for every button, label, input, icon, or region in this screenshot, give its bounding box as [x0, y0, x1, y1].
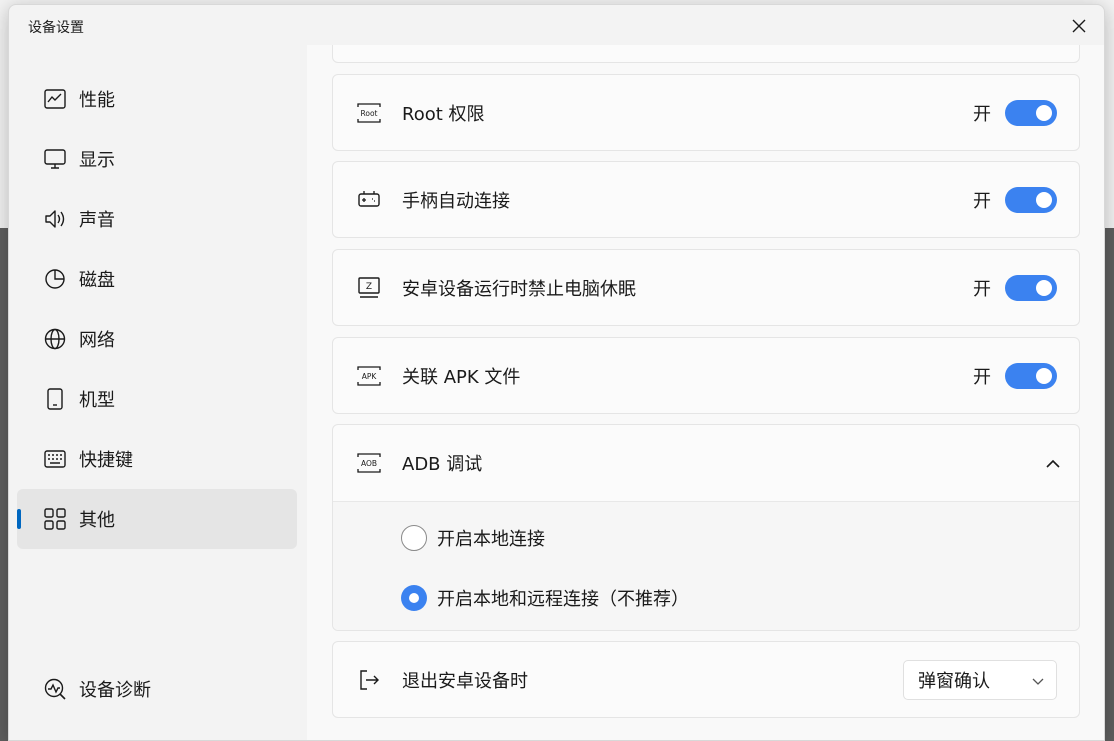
root-icon-text: Root — [361, 109, 378, 118]
row-adb-debug-header[interactable]: AOB ADB 调试 — [333, 425, 1079, 501]
card-gamepad: 手柄自动连接 开 — [332, 161, 1080, 238]
apk-icon-text: APK — [362, 372, 378, 381]
gamepad-label: 手柄自动连接 — [402, 191, 510, 212]
sidebar-item-label: 磁盘 — [79, 270, 115, 291]
adb-option-remote[interactable]: 开启本地和远程连接（不推荐） — [401, 585, 689, 611]
toggle-knob — [1036, 192, 1052, 208]
sidebar-item-display[interactable]: 显示 — [17, 129, 297, 189]
apk-association-toggle[interactable] — [1005, 363, 1057, 389]
card-exit-behavior: 退出安卓设备时 弹窗确认 — [332, 641, 1080, 718]
adb-icon-text: AOB — [361, 459, 377, 468]
sidebar-item-diagnose[interactable]: 设备诊断 — [17, 659, 297, 719]
root-permission-toggle[interactable] — [1005, 100, 1057, 126]
card-apk-association: APK 关联 APK 文件 开 — [332, 337, 1080, 414]
monitor-icon — [43, 147, 67, 171]
exit-behavior-select[interactable]: 弹窗确认 — [903, 660, 1057, 700]
collapse-chevron-button[interactable] — [1043, 453, 1063, 473]
chevron-down-icon — [1030, 673, 1046, 689]
device-settings-dialog: 设备设置 性能 显示 声音 磁盘 网络 机型 快捷键 其他 设备诊断 Root … — [8, 4, 1105, 741]
sidebar-item-label: 设备诊断 — [79, 680, 151, 701]
prevent-sleep-toggle[interactable] — [1005, 275, 1057, 301]
adb-option-remote-label: 开启本地和远程连接（不推荐） — [437, 589, 689, 610]
adb-option-local-label: 开启本地连接 — [437, 529, 545, 550]
row-exit-behavior: 退出安卓设备时 弹窗确认 — [333, 642, 1079, 718]
sidebar-item-label: 显示 — [79, 150, 115, 171]
sidebar-item-label: 快捷键 — [79, 450, 133, 471]
card-partial — [332, 45, 1080, 63]
sidebar-item-other[interactable]: 其他 — [17, 489, 297, 549]
settings-content: Root Root 权限 开 手柄自动连接 开 Z 安卓设备运行时禁止电脑休眠 … — [307, 45, 1104, 740]
apk-association-state: 开 — [973, 367, 991, 388]
apk-icon: APK — [357, 364, 381, 388]
sleep-icon-text: Z — [366, 282, 372, 292]
chevron-up-icon — [1046, 459, 1060, 468]
toggle-knob — [1036, 105, 1052, 121]
exit-behavior-label: 退出安卓设备时 — [402, 671, 528, 692]
row-prevent-sleep: Z 安卓设备运行时禁止电脑休眠 开 — [333, 250, 1079, 326]
gamepad-icon — [357, 188, 381, 212]
grid-icon — [43, 507, 67, 531]
exit-icon — [357, 668, 381, 692]
sleep-monitor-icon: Z — [357, 276, 381, 300]
row-root-permission: Root Root 权限 开 — [333, 75, 1079, 151]
sidebar-item-label: 网络 — [79, 330, 115, 351]
keyboard-icon — [43, 447, 67, 471]
sidebar-item-shortcuts[interactable]: 快捷键 — [17, 429, 297, 489]
sidebar: 性能 显示 声音 磁盘 网络 机型 快捷键 其他 设备诊断 — [9, 45, 307, 740]
sidebar-item-network[interactable]: 网络 — [17, 309, 297, 369]
adb-options-panel: 开启本地连接 开启本地和远程连接（不推荐） — [333, 501, 1079, 630]
exit-behavior-value: 弹窗确认 — [918, 671, 990, 692]
row-gamepad: 手柄自动连接 开 — [333, 162, 1079, 238]
speaker-icon — [43, 207, 67, 231]
sidebar-item-label: 其他 — [79, 510, 115, 531]
sidebar-item-label: 声音 — [79, 210, 115, 231]
window-title: 设备设置 — [28, 20, 84, 36]
disk-pie-icon — [43, 267, 67, 291]
adb-debug-label: ADB 调试 — [402, 454, 483, 475]
sidebar-item-label: 机型 — [79, 390, 115, 411]
root-permission-state: 开 — [973, 104, 991, 125]
row-apk-association: APK 关联 APK 文件 开 — [333, 338, 1079, 414]
gamepad-toggle[interactable] — [1005, 187, 1057, 213]
performance-chart-icon — [43, 87, 67, 111]
gamepad-state: 开 — [973, 191, 991, 212]
sidebar-item-disk[interactable]: 磁盘 — [17, 249, 297, 309]
close-button[interactable] — [1068, 15, 1090, 37]
radio-local[interactable] — [401, 525, 427, 551]
titlebar: 设备设置 — [9, 5, 1104, 45]
adb-option-local[interactable]: 开启本地连接 — [401, 525, 545, 551]
root-icon: Root — [357, 101, 381, 125]
card-adb-debug: AOB ADB 调试 开启本地连接 开启本地和远程连接（不推荐） — [332, 424, 1080, 631]
toggle-knob — [1036, 368, 1052, 384]
globe-icon — [43, 327, 67, 351]
prevent-sleep-state: 开 — [973, 279, 991, 300]
sidebar-item-performance[interactable]: 性能 — [17, 69, 297, 129]
sidebar-item-label: 性能 — [79, 90, 115, 111]
radio-remote[interactable] — [401, 585, 427, 611]
toggle-knob — [1036, 280, 1052, 296]
sidebar-item-model[interactable]: 机型 — [17, 369, 297, 429]
card-root-permission: Root Root 权限 开 — [332, 74, 1080, 151]
close-icon — [1072, 19, 1086, 33]
root-permission-label: Root 权限 — [402, 104, 485, 125]
diagnose-icon — [43, 677, 67, 701]
apk-association-label: 关联 APK 文件 — [402, 367, 521, 388]
sidebar-item-sound[interactable]: 声音 — [17, 189, 297, 249]
adb-icon: AOB — [357, 451, 381, 475]
prevent-sleep-label: 安卓设备运行时禁止电脑休眠 — [402, 279, 636, 300]
phone-icon — [43, 387, 67, 411]
card-prevent-sleep: Z 安卓设备运行时禁止电脑休眠 开 — [332, 249, 1080, 326]
